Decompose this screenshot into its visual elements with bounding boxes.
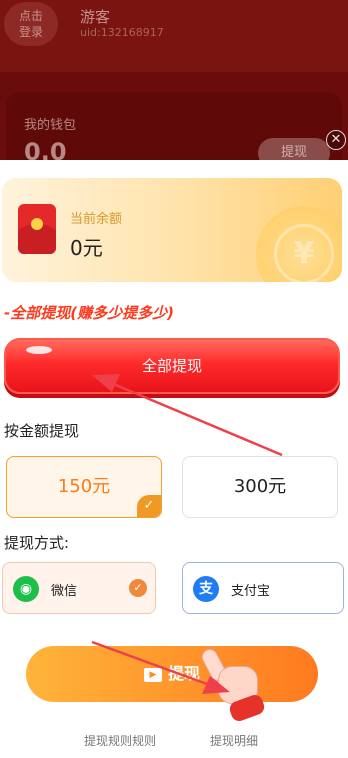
method-label: 微信 bbox=[51, 584, 78, 599]
check-icon: ✓ bbox=[129, 579, 147, 597]
withdraw-rules-link[interactable]: 提现规则规则 bbox=[84, 732, 156, 749]
wallet-card: 我的钱包 0.0 提现 bbox=[6, 92, 342, 160]
withdraw-dialog: ¥ 当前余额 0元 -全部提现(赚多少提多少) 全部提现 按金额提现 150元 … bbox=[0, 160, 348, 758]
withdraw-slogan: -全部提现(赚多少提多少) bbox=[4, 304, 174, 322]
withdraw-button-label: 提现 bbox=[167, 664, 200, 683]
withdraw-button[interactable]: ▶ 提现 bbox=[26, 646, 318, 702]
login-button: 点击 登录 bbox=[4, 2, 58, 46]
video-icon: ▶ bbox=[143, 667, 162, 682]
amount-option-300[interactable]: 300元 bbox=[182, 456, 338, 518]
username: 游客 bbox=[80, 8, 111, 26]
amount-option-label: 150元 bbox=[57, 476, 111, 497]
coin-decoration-icon: ¥ bbox=[256, 206, 342, 282]
amount-option-150[interactable]: 150元 ✓ bbox=[6, 456, 162, 518]
balance-value: 0元 bbox=[70, 236, 103, 260]
background-page: 点击 登录 游客 uid:132168917 我的钱包 0.0 提现 bbox=[0, 0, 348, 160]
method-alipay[interactable]: 支 支付宝 bbox=[182, 562, 344, 614]
method-label: 支付宝 bbox=[231, 584, 271, 599]
red-envelope-icon bbox=[18, 204, 56, 254]
close-icon[interactable]: ✕ bbox=[326, 130, 346, 150]
amount-option-label: 300元 bbox=[233, 476, 287, 497]
withdraw-all-label: 全部提现 bbox=[141, 357, 202, 375]
alipay-icon: 支 bbox=[193, 576, 219, 602]
check-icon: ✓ bbox=[137, 495, 161, 517]
withdraw-detail-link[interactable]: 提现明细 bbox=[210, 732, 258, 749]
wechat-icon: ◉ bbox=[13, 576, 39, 602]
balance-card: ¥ 当前余额 0元 bbox=[2, 178, 342, 282]
wallet-amount: 0.0 bbox=[24, 138, 67, 160]
wallet-withdraw-button: 提现 bbox=[258, 138, 330, 160]
withdraw-all-button[interactable]: 全部提现 bbox=[4, 338, 340, 394]
method-section-title: 提现方式: bbox=[4, 534, 70, 552]
user-id: uid:132168917 bbox=[80, 26, 164, 39]
balance-label: 当前余额 bbox=[70, 212, 123, 227]
pointing-hand-icon bbox=[198, 646, 267, 724]
method-wechat[interactable]: ◉ 微信 ✓ bbox=[2, 562, 156, 614]
amount-section-title: 按金额提现 bbox=[4, 422, 80, 440]
wallet-title: 我的钱包 bbox=[24, 118, 77, 133]
